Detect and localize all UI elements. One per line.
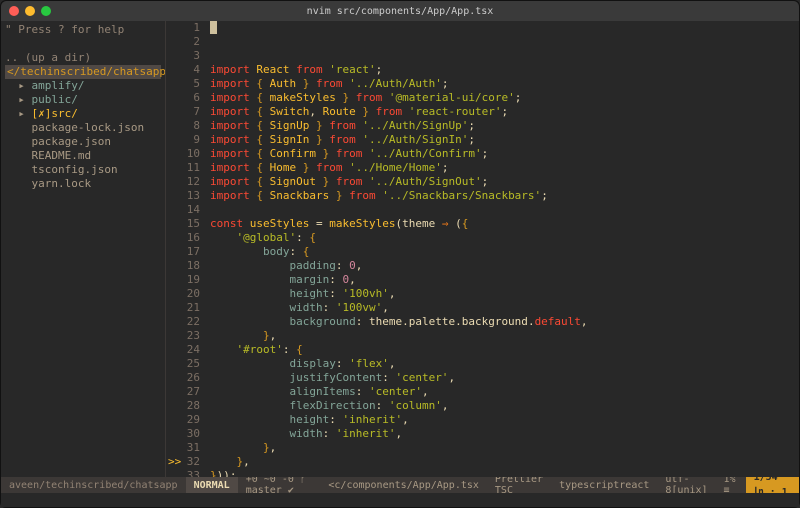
- line-number: 17: [166, 245, 200, 259]
- tree-item[interactable]: yarn.lock: [5, 177, 161, 191]
- code-line[interactable]: import { Confirm } from '../Auth/Confirm…: [210, 147, 799, 161]
- line-number: 27: [166, 385, 200, 399]
- line-number: 25: [166, 357, 200, 371]
- vim-mode: NORMAL: [186, 477, 238, 493]
- line-number: 9: [166, 133, 200, 147]
- tree-item[interactable]: ▸ [✗]src/: [5, 107, 161, 121]
- code-line[interactable]: padding: 0,: [210, 259, 799, 273]
- code-line[interactable]: justifyContent: 'center',: [210, 371, 799, 385]
- code-line[interactable]: alignItems: 'center',: [210, 385, 799, 399]
- code-line[interactable]: },: [210, 455, 799, 469]
- tree-item[interactable]: ▸ public/: [5, 93, 161, 107]
- code-line[interactable]: import { Auth } from '../Auth/Auth';: [210, 77, 799, 91]
- line-number: 5: [166, 77, 200, 91]
- code-line[interactable]: body: {: [210, 245, 799, 259]
- code-line[interactable]: import { Switch, Route } from 'react-rou…: [210, 105, 799, 119]
- line-number: 3: [166, 49, 200, 63]
- line-number: 12: [166, 175, 200, 189]
- editor-main: " Press ? for help .. (up a dir) </techi…: [1, 21, 799, 477]
- code-line[interactable]: height: 'inherit',: [210, 413, 799, 427]
- cursor: [210, 21, 217, 34]
- line-number: 1: [166, 21, 200, 35]
- line-number: 28: [166, 399, 200, 413]
- line-number: 13: [166, 189, 200, 203]
- line-number: 19: [166, 273, 200, 287]
- git-status: +0 ~0 -0 ᚠ master ✔: [238, 477, 321, 493]
- status-encoding: utf-8[unix]: [657, 477, 715, 493]
- terminal-window: nvim src/components/App/App.tsx " Press …: [0, 0, 800, 508]
- line-number: 6: [166, 91, 200, 105]
- status-file: <c/components/App/App.tsx: [320, 477, 487, 493]
- line-number: 15: [166, 217, 200, 231]
- line-number: 4: [166, 63, 200, 77]
- code-line[interactable]: display: 'flex',: [210, 357, 799, 371]
- code-line[interactable]: },: [210, 329, 799, 343]
- tree-item[interactable]: package.json: [5, 135, 161, 149]
- line-number: 22: [166, 315, 200, 329]
- status-cwd: aveen/techinscribed/chatsapp: [1, 477, 186, 493]
- line-number: 21: [166, 301, 200, 315]
- code-line[interactable]: import { SignUp } from '../Auth/SignUp';: [210, 119, 799, 133]
- line-number: 10: [166, 147, 200, 161]
- file-tree[interactable]: " Press ? for help .. (up a dir) </techi…: [1, 21, 166, 477]
- code-line[interactable]: width: 'inherit',: [210, 427, 799, 441]
- code-editor[interactable]: 1234567891011121314151617181920212223242…: [166, 21, 799, 477]
- code-line[interactable]: import { SignIn } from '../Auth/SignIn';: [210, 133, 799, 147]
- status-position: 1/54 ㏑ : 1: [746, 477, 799, 493]
- line-number: 23: [166, 329, 200, 343]
- code-line[interactable]: background: theme.palette.background.def…: [210, 315, 799, 329]
- code-area[interactable]: import React from 'react';import { Auth …: [206, 21, 799, 477]
- code-line[interactable]: import { SignOut } from '../Auth/SignOut…: [210, 175, 799, 189]
- tree-root[interactable]: </techinscribed/chatsapp/: [5, 65, 161, 79]
- status-percent: 1% ≡: [716, 477, 746, 493]
- code-line[interactable]: const useStyles = makeStyles(theme ⇒ ({: [210, 217, 799, 231]
- window-title: nvim src/components/App/App.tsx: [1, 6, 799, 17]
- line-number: 11: [166, 161, 200, 175]
- line-number: 7: [166, 105, 200, 119]
- code-line[interactable]: import React from 'react';: [210, 63, 799, 77]
- code-line[interactable]: import { Snackbars } from '../Snackbars/…: [210, 189, 799, 203]
- line-number: 20: [166, 287, 200, 301]
- line-number: 29: [166, 413, 200, 427]
- help-hint: " Press ? for help: [5, 23, 161, 37]
- line-number: 2: [166, 35, 200, 49]
- code-line[interactable]: '#root': {: [210, 343, 799, 357]
- code-line[interactable]: import { makeStyles } from '@material-ui…: [210, 91, 799, 105]
- code-line[interactable]: flexDirection: 'column',: [210, 399, 799, 413]
- line-number: 26: [166, 371, 200, 385]
- line-number: 8: [166, 119, 200, 133]
- tree-item[interactable]: package-lock.json: [5, 121, 161, 135]
- code-line[interactable]: },: [210, 441, 799, 455]
- code-line[interactable]: height: '100vh',: [210, 287, 799, 301]
- code-line[interactable]: '@global': {: [210, 231, 799, 245]
- titlebar[interactable]: nvim src/components/App/App.tsx: [1, 1, 799, 21]
- line-number: 18: [166, 259, 200, 273]
- line-gutter: 1234567891011121314151617181920212223242…: [166, 21, 206, 477]
- status-line: aveen/techinscribed/chatsapp NORMAL +0 ~…: [1, 477, 799, 493]
- tree-item[interactable]: tsconfig.json: [5, 163, 161, 177]
- line-number: 24: [166, 343, 200, 357]
- line-number: 16: [166, 231, 200, 245]
- line-number: 31: [166, 441, 200, 455]
- tree-item[interactable]: ▸ amplify/: [5, 79, 161, 93]
- line-number: 33: [166, 469, 200, 477]
- code-line[interactable]: [210, 203, 799, 217]
- code-line[interactable]: import { Home } from '../Home/Home';: [210, 161, 799, 175]
- line-number: 32: [166, 455, 200, 469]
- line-number: 30: [166, 427, 200, 441]
- status-tools: Prettier TSC: [487, 477, 551, 493]
- status-filetype: typescriptreact: [551, 477, 657, 493]
- tree-item[interactable]: README.md: [5, 149, 161, 163]
- command-line[interactable]: [1, 493, 799, 507]
- line-number: 14: [166, 203, 200, 217]
- up-dir[interactable]: .. (up a dir): [5, 51, 161, 65]
- code-line[interactable]: }));: [210, 469, 799, 477]
- code-line[interactable]: width: '100vw',: [210, 301, 799, 315]
- code-line[interactable]: margin: 0,: [210, 273, 799, 287]
